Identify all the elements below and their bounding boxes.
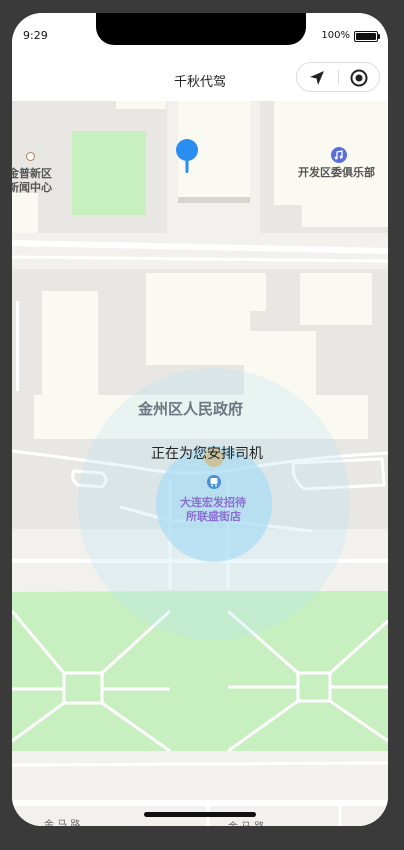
map-canvas [12,101,388,826]
map-label-news-line2: 新闻中心 [12,181,52,194]
bus-stop-icon [207,475,221,489]
map-label-club: 开发区委俱乐部 [298,166,375,179]
navigate-arrow-icon[interactable] [306,67,328,89]
map-label-road-left: 金 马 路 [44,820,81,826]
home-indicator [144,812,256,817]
miniprogram-capsule [296,62,380,92]
capsule-divider [338,70,339,85]
searching-status: 正在为您安排司机 [151,446,263,462]
location-pin-icon[interactable] [174,139,200,175]
battery-icon [354,31,380,42]
map-label-road-right: 金 马 路 [228,818,264,826]
status-time: 9:29 [23,29,48,42]
map-view[interactable]: 金普新区 新闻中心 开发区委俱乐部 金州区人民政府 正在为您安排司机 大连宏发招… [12,101,388,826]
map-label-gov: 金州区人民政府 [138,400,244,418]
phone-notch [96,13,306,45]
battery-percent: 100% [321,30,350,41]
target-icon[interactable] [348,67,370,89]
poi-dot-icon [26,152,35,161]
phone-frame: 9:29 100% 千秋代驾 金普新区 新闻中心 开发区委俱乐部 金州区人民政府… [12,13,388,826]
nav-bar: 千秋代驾 [12,55,388,101]
map-label-hotel-line2: 所联盛街店 [186,510,241,523]
music-note-icon [331,147,347,163]
